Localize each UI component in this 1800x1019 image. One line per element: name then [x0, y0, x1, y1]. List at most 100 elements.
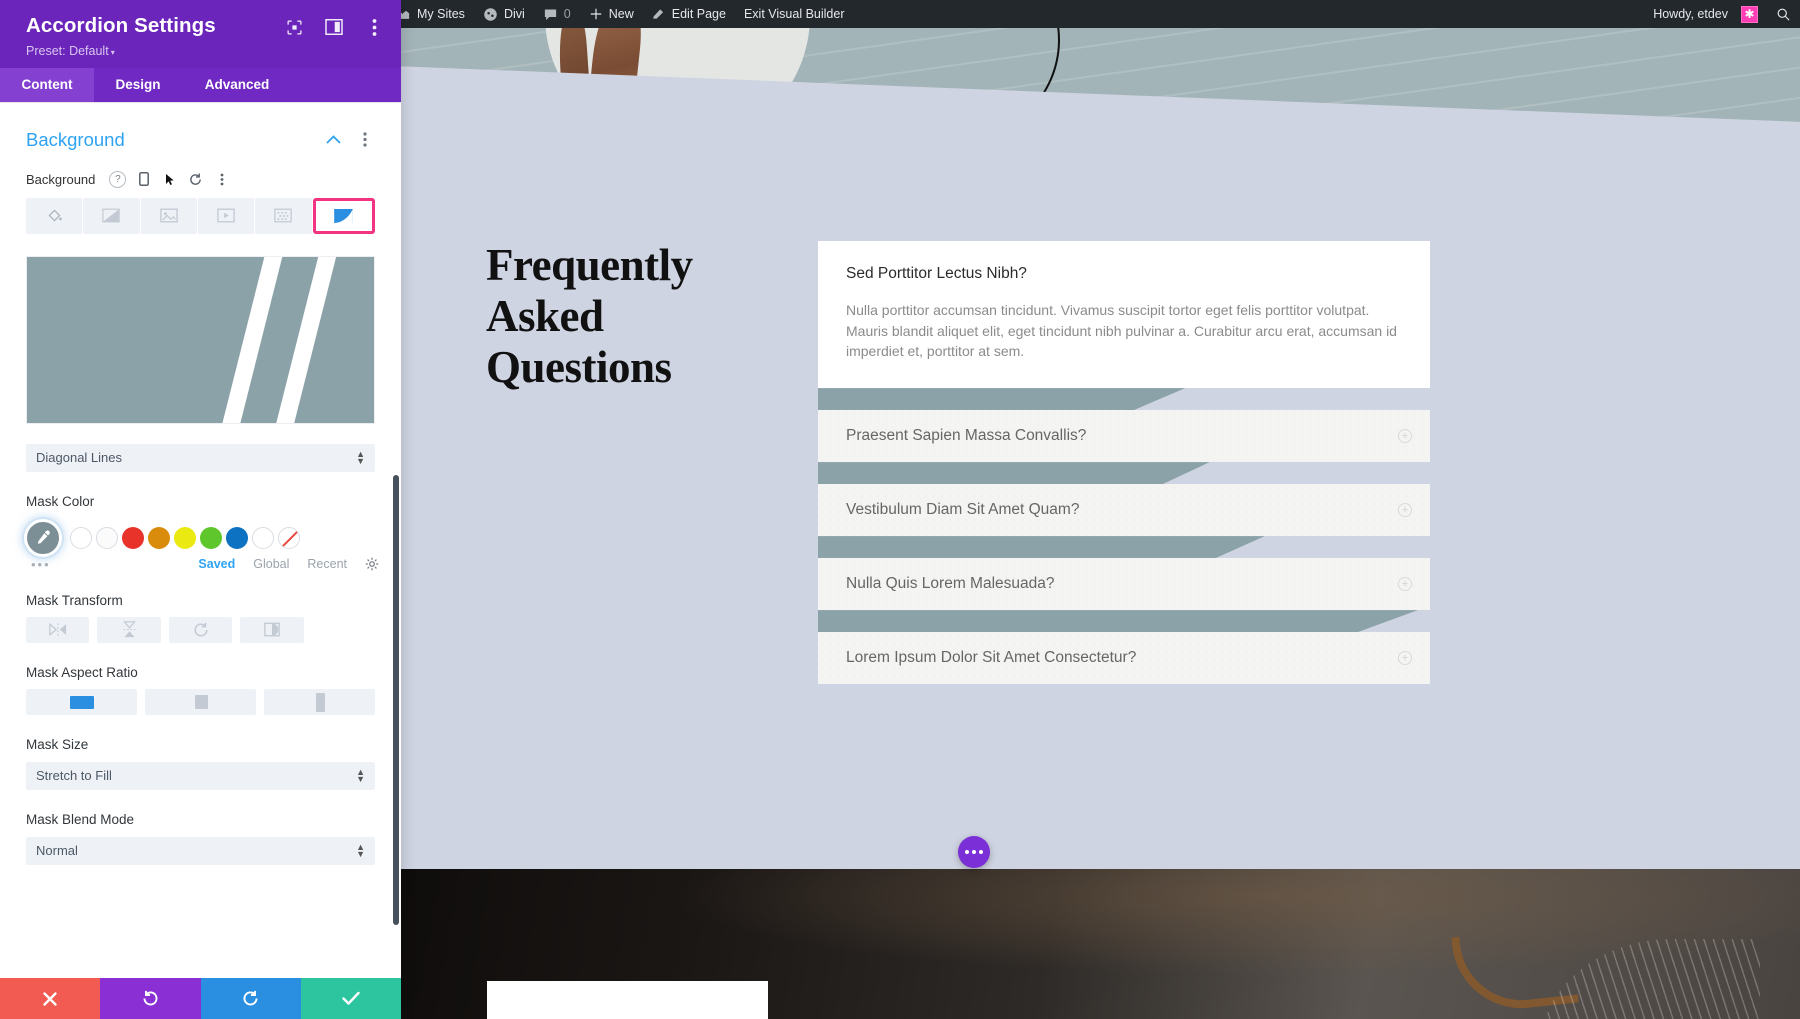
background-field-row: Background ?: [0, 159, 401, 188]
tab-content[interactable]: Content: [0, 68, 94, 102]
swatch-white-3[interactable]: [252, 527, 274, 549]
color-tab-saved[interactable]: Saved: [198, 557, 235, 571]
mobile-icon[interactable]: [135, 171, 152, 188]
help-icon[interactable]: ?: [109, 171, 126, 188]
page-settings-dots-button[interactable]: [958, 836, 990, 868]
kebab-menu-icon[interactable]: [365, 18, 383, 36]
accordion-answer: Nulla porttitor accumsan tincidunt. Viva…: [846, 300, 1402, 362]
swatch-white-2[interactable]: [96, 527, 118, 549]
cancel-button[interactable]: [0, 978, 100, 1019]
page-title-line-3: Questions: [486, 342, 693, 393]
adminbar-new[interactable]: New: [580, 0, 643, 28]
mask-transform-buttons: [26, 617, 375, 643]
panel-footer: [0, 978, 401, 1019]
adminbar-new-label: New: [609, 7, 634, 21]
bg-type-video[interactable]: [198, 198, 254, 234]
swatch-orange[interactable]: [148, 527, 170, 549]
tab-advanced[interactable]: Advanced: [182, 68, 292, 102]
bg-type-image[interactable]: [141, 198, 197, 234]
plus-icon: [589, 7, 603, 21]
mask-size-select[interactable]: Stretch to Fill ▲▼: [26, 762, 375, 790]
square-ratio-button[interactable]: [145, 689, 256, 715]
accordion-item-open[interactable]: Sed Porttitor Lectus Nibh? Nulla porttit…: [818, 241, 1430, 388]
dot-2: [972, 850, 976, 854]
undo-button[interactable]: [100, 978, 200, 1019]
color-tab-recent[interactable]: Recent: [307, 557, 347, 571]
mask-preview: [26, 256, 375, 424]
bg-type-mask[interactable]: [313, 198, 375, 234]
swatch-blue[interactable]: [226, 527, 248, 549]
plus-icon[interactable]: +: [1398, 577, 1412, 591]
mask-blend-mode-select[interactable]: Normal ▲▼: [26, 837, 375, 865]
mask-style-value: Diagonal Lines: [36, 450, 122, 465]
mask-style-select[interactable]: Diagonal Lines ▲▼: [26, 444, 375, 472]
adminbar-howdy-label: Howdy, etdev: [1653, 7, 1728, 21]
field-kebab-menu-icon[interactable]: [213, 171, 230, 188]
plus-icon[interactable]: +: [1398, 503, 1412, 517]
accordion-module[interactable]: Sed Porttitor Lectus Nibh? Nulla porttit…: [818, 241, 1430, 684]
mask-size-label: Mask Size: [26, 737, 375, 752]
swatch-white-1[interactable]: [70, 527, 92, 549]
flip-vertical-icon[interactable]: [97, 617, 160, 643]
plus-icon[interactable]: +: [1398, 651, 1412, 665]
plus-icon[interactable]: +: [1398, 429, 1412, 443]
select-arrows-icon: ▲▼: [356, 451, 365, 465]
redo-button[interactable]: [201, 978, 301, 1019]
rotate-icon[interactable]: [169, 617, 232, 643]
portrait-ratio-button[interactable]: [264, 689, 375, 715]
swatch-red[interactable]: [122, 527, 144, 549]
panel-body: Background Background ?: [0, 102, 401, 978]
adminbar-comment-count: 0: [564, 7, 571, 21]
eyedropper-icon: [35, 529, 52, 546]
bg-type-color-fill[interactable]: [26, 198, 82, 234]
accordion-item-closed[interactable]: Lorem Ipsum Dolor Sit Amet Consectetur? …: [818, 632, 1430, 684]
accordion-item[interactable]: Sed Porttitor Lectus Nibh? Nulla porttit…: [818, 241, 1430, 410]
target-icon[interactable]: [285, 18, 303, 36]
accordion-item[interactable]: Lorem Ipsum Dolor Sit Amet Consectetur? …: [818, 632, 1430, 684]
panel-preset-label: Preset: Default: [26, 44, 109, 58]
search-icon: [1776, 7, 1791, 22]
panel-scrollbar[interactable]: [393, 475, 399, 925]
accordion-item-closed[interactable]: Nulla Quis Lorem Malesuada? +: [818, 558, 1430, 610]
swatch-green[interactable]: [200, 527, 222, 549]
accordion-item[interactable]: Vestibulum Diam Sit Amet Quam? +: [818, 484, 1430, 558]
gear-icon[interactable]: [365, 557, 379, 571]
adminbar-my-sites-label: My Sites: [417, 7, 465, 21]
cursor-icon[interactable]: [161, 171, 178, 188]
accordion-item-closed[interactable]: Praesent Sapien Massa Convallis? +: [818, 410, 1430, 462]
invert-icon[interactable]: [240, 617, 303, 643]
panel-preset[interactable]: Preset: Default▾: [26, 44, 381, 58]
mask-color-current-swatch[interactable]: [24, 519, 62, 557]
tab-design[interactable]: Design: [94, 68, 182, 102]
reset-icon[interactable]: [187, 171, 204, 188]
bg-type-gradient[interactable]: [83, 198, 139, 234]
panel-tabs: Content Design Advanced: [0, 68, 401, 102]
adminbar-edit-page[interactable]: Edit Page: [643, 0, 735, 28]
section-kebab-menu-icon[interactable]: [355, 132, 375, 147]
adminbar-search[interactable]: [1767, 0, 1800, 28]
bg-type-pattern[interactable]: [255, 198, 311, 234]
adminbar-divi[interactable]: Divi: [474, 0, 534, 28]
swatch-transparent[interactable]: [278, 527, 300, 549]
page-title-line-2: Asked: [486, 291, 693, 342]
adminbar-comments[interactable]: 0: [534, 0, 580, 28]
accordion-item[interactable]: Praesent Sapien Massa Convallis? +: [818, 410, 1430, 484]
swatch-yellow[interactable]: [174, 527, 196, 549]
adminbar-exit-visual-builder[interactable]: Exit Visual Builder: [735, 0, 854, 28]
accordion-item[interactable]: Nulla Quis Lorem Malesuada? +: [818, 558, 1430, 632]
color-tab-global[interactable]: Global: [253, 557, 289, 571]
wp-admin-bar: My Sites Divi 0 New Edit P: [350, 0, 1800, 28]
save-button[interactable]: [301, 978, 401, 1019]
select-arrows-icon: ▲▼: [356, 844, 365, 858]
adminbar-howdy[interactable]: Howdy, etdev ✱: [1644, 0, 1767, 28]
flip-horizontal-icon[interactable]: [26, 617, 89, 643]
mask-stripe: [818, 610, 1430, 632]
mask-blend-mode-label: Mask Blend Mode: [26, 812, 375, 827]
mask-color-label: Mask Color: [26, 494, 375, 509]
diagonal-lines-preview-graphic: [27, 257, 374, 423]
accordion-item-closed[interactable]: Vestibulum Diam Sit Amet Quam? +: [818, 484, 1430, 536]
layout-columns-icon[interactable]: [325, 18, 343, 36]
landscape-ratio-button[interactable]: [26, 689, 137, 715]
chevron-up-icon[interactable]: [323, 135, 343, 144]
page-title: Frequently Asked Questions: [486, 240, 693, 393]
